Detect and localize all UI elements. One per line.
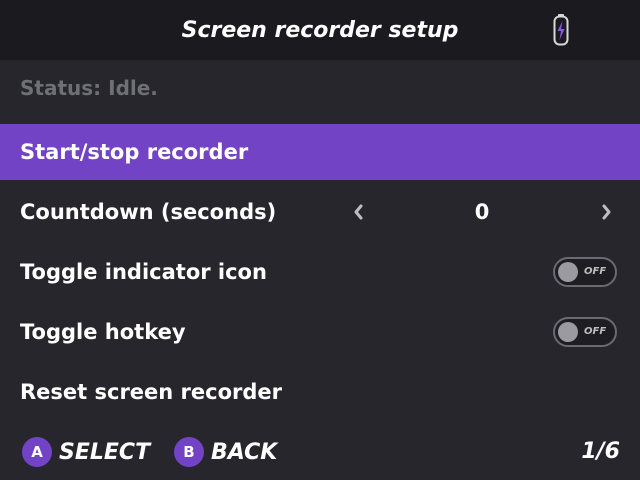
menu-item-toggle-hotkey[interactable]: Toggle hotkey OFF <box>0 304 640 360</box>
menu-item-reset-screen-recorder[interactable]: Reset screen recorder <box>0 364 640 420</box>
menu-item-label: Reset screen recorder <box>20 380 283 404</box>
toggle-state-label: OFF <box>584 266 607 277</box>
header-bar: Screen recorder setup <box>0 0 640 60</box>
toggle-knob <box>558 262 578 282</box>
b-button-icon: B <box>174 437 204 467</box>
menu-item-countdown[interactable]: Countdown (seconds) 0 <box>0 184 640 240</box>
menu-item-label: Start/stop recorder <box>20 140 249 164</box>
chevron-left-icon[interactable] <box>348 184 368 240</box>
select-label: SELECT <box>59 439 151 465</box>
menu-item-label: Countdown (seconds) <box>20 200 277 224</box>
back-button[interactable]: B BACK <box>174 436 277 468</box>
hotkey-toggle[interactable]: OFF <box>553 317 617 347</box>
a-button-icon: A <box>22 437 52 467</box>
indicator-icon-toggle[interactable]: OFF <box>553 257 617 287</box>
page-indicator: 1/6 <box>581 439 620 464</box>
toggle-state-label: OFF <box>584 326 607 337</box>
menu-item-label: Toggle indicator icon <box>20 260 267 284</box>
back-label: BACK <box>211 439 278 465</box>
menu-item-start-stop-recorder[interactable]: Start/stop recorder <box>0 124 640 180</box>
select-button[interactable]: A SELECT <box>22 436 150 468</box>
charging-battery-icon <box>553 14 569 46</box>
menu-item-toggle-indicator-icon[interactable]: Toggle indicator icon OFF <box>0 244 640 300</box>
status-text: Status: Idle. <box>20 76 158 100</box>
chevron-right-icon[interactable] <box>597 184 617 240</box>
menu-item-label: Toggle hotkey <box>20 320 186 344</box>
countdown-value: 0 <box>474 200 490 224</box>
page-title: Screen recorder setup <box>181 18 459 43</box>
toggle-knob <box>558 322 578 342</box>
